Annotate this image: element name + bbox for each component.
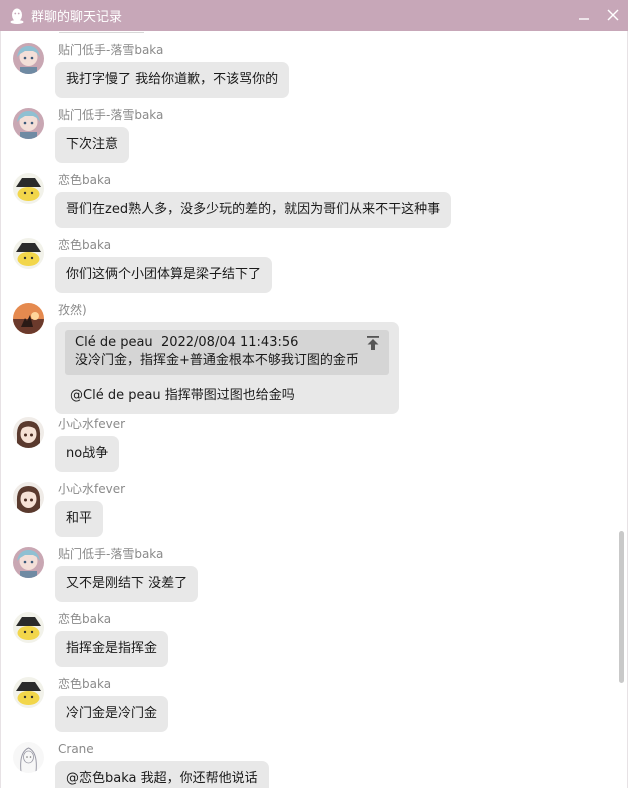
quote-text: 没冷门金，指挥金+普通金根本不够我订图的金币 — [75, 353, 359, 368]
sender-name: 孜然) — [58, 303, 87, 317]
sender-name: 贴门低手-落雪baka — [58, 43, 164, 57]
message-bubble[interactable]: 我打字慢了 我给你道歉，不该骂你的 — [55, 62, 290, 98]
message-bubble[interactable]: @恋色baka 我超，你还帮他说话 — [55, 761, 269, 788]
avatar[interactable] — [13, 173, 44, 204]
avatar[interactable] — [13, 547, 44, 578]
title-bar: 群聊的聊天记录 — [0, 0, 628, 31]
avatar[interactable] — [13, 43, 44, 74]
avatar[interactable] — [13, 612, 44, 643]
sender-name: 恋色baka — [58, 677, 112, 691]
sender-name: 恋色baka — [58, 238, 112, 252]
scrollbar-thumb[interactable] — [619, 531, 624, 683]
avatar[interactable] — [13, 303, 44, 334]
quoted-message[interactable]: Clé de peau 2022/08/04 11:43:56 没冷门金，指挥金… — [65, 330, 389, 375]
avatar[interactable] — [13, 742, 44, 773]
message-bubble[interactable]: 下次注意 — [55, 127, 130, 163]
jump-to-top-icon[interactable] — [366, 335, 380, 351]
window-title: 群聊的聊天记录 — [31, 10, 123, 25]
avatar[interactable] — [13, 482, 44, 513]
sender-name: 恋色baka — [58, 173, 112, 187]
sender-name: 恋色baka — [58, 612, 112, 626]
reply-bubble[interactable]: Clé de peau 2022/08/04 11:43:56 没冷门金，指挥金… — [55, 322, 399, 414]
message-bubble[interactable]: no战争 — [55, 436, 120, 472]
message-bubble[interactable]: 又不是刚结下 没差了 — [55, 566, 199, 602]
close-button[interactable] — [604, 6, 622, 24]
quote-author: Clé de peau — [75, 335, 153, 350]
sender-name: 小心水fever — [58, 482, 126, 496]
quote-time: 2022/08/04 11:43:56 — [160, 335, 299, 350]
avatar[interactable] — [13, 677, 44, 708]
message-bubble[interactable]: 和平 — [55, 501, 104, 537]
avatar[interactable] — [13, 417, 44, 448]
message-bubble[interactable]: 冷门金是冷门金 — [55, 696, 169, 732]
sender-name: 贴门低手-落雪baka — [58, 108, 164, 122]
message-bubble[interactable]: 哥们在zed熟人多，没多少玩的差的，就因为哥们从来不干这种事 — [55, 192, 452, 228]
reply-text: @Clé de peau 指挥带图过图也给金吗 — [70, 388, 295, 403]
quote-header: Clé de peau 2022/08/04 11:43:56 — [75, 334, 359, 352]
minimize-button[interactable] — [575, 6, 593, 24]
sender-name: 小心水fever — [58, 417, 126, 431]
message-bubble[interactable]: 你们这俩个小团体算是梁子结下了 — [55, 257, 273, 293]
qq-penguin-icon — [10, 8, 24, 24]
message-bubble[interactable]: 指挥金是指挥金 — [55, 631, 169, 667]
avatar[interactable] — [13, 238, 44, 269]
sender-name: Crane — [58, 742, 94, 756]
sender-name: 贴门低手-落雪baka — [58, 547, 164, 561]
chat-history-pane[interactable]: 贴门低手-落雪baka 我打字慢了 我给你道歉，不该骂你的 贴门低手-落雪bak… — [0, 31, 628, 788]
divider — [59, 32, 144, 33]
avatar[interactable] — [13, 108, 44, 139]
